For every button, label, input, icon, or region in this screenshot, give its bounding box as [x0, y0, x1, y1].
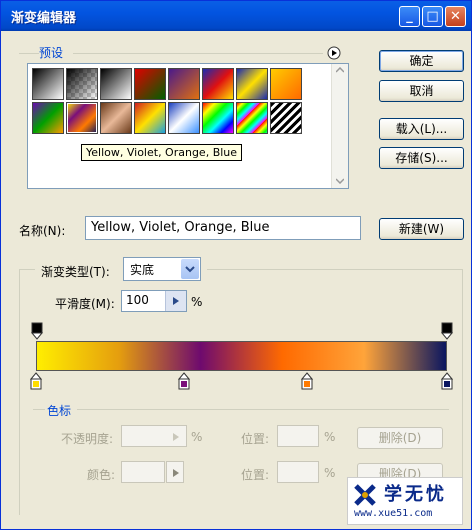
maximize-button[interactable]: □ [422, 6, 443, 27]
triangle-right-icon [173, 433, 179, 441]
smoothness-unit: % [191, 295, 203, 309]
chevron-down-icon [185, 266, 195, 273]
close-button[interactable]: ✕ [445, 6, 466, 27]
name-input[interactable]: Yellow, Violet, Orange, Blue [85, 216, 361, 240]
logo-icon [354, 484, 376, 506]
presets-group-label: 预设 [39, 46, 64, 60]
smoothness-label: 平滑度(M): [55, 297, 115, 311]
preset-swatch-black-white[interactable] [32, 68, 64, 100]
smoothness-input[interactable]: 100 [121, 290, 187, 312]
cancel-button[interactable]: 取消 [379, 80, 464, 102]
stop-color-menu-button[interactable] [166, 461, 184, 483]
stop-color-swatch[interactable] [121, 461, 165, 483]
preset-swatch-spectrum[interactable] [202, 102, 234, 134]
load-button[interactable]: 载入(L)... [379, 118, 464, 140]
stop-color-location-input[interactable] [277, 461, 319, 483]
preset-swatch-chrome[interactable] [134, 102, 166, 134]
smoothness-value: 100 [126, 293, 149, 307]
color-stop-1[interactable] [30, 372, 42, 391]
gradient-preview-bar[interactable] [36, 341, 447, 371]
gradient-group-line-left [19, 269, 35, 270]
delete-opacity-stop-button[interactable]: 删除(D) [357, 427, 443, 449]
gradient-type-label: 渐变类型(T): [41, 265, 110, 279]
preset-swatch-foreground-transparent[interactable] [66, 68, 98, 100]
gradient-type-dropdown[interactable] [181, 259, 199, 279]
presets-group-line-left [19, 53, 39, 54]
preset-swatch-copper[interactable] [100, 102, 132, 134]
preset-swatch-foreground-background[interactable] [100, 68, 132, 100]
preset-swatch-blue-yellow-blue[interactable] [236, 68, 268, 100]
preset-swatch-orange-yellow[interactable] [270, 68, 302, 100]
save-button[interactable]: 存储(S)... [379, 147, 464, 169]
triangle-right-icon [173, 469, 179, 477]
stops-group-line-left [33, 409, 45, 410]
stop-color-location-label: 位置: [241, 468, 270, 482]
watermark-url: www.xue51.com [354, 508, 433, 519]
stop-opacity-location-label: 位置: [241, 432, 270, 446]
gradient-type-select[interactable]: 实底 [123, 257, 201, 281]
gradient-group-line-right [207, 269, 463, 270]
color-stops-track[interactable] [30, 372, 453, 392]
stop-color-location-unit: % [324, 466, 336, 480]
preset-swatch-violet-green-orange[interactable] [32, 102, 64, 134]
gradient-type-value: 实底 [130, 263, 155, 277]
color-stop-3[interactable] [301, 372, 314, 391]
stop-opacity-location-unit: % [324, 430, 336, 444]
stops-group-line-right [77, 409, 449, 410]
presets-scrollbar[interactable] [331, 64, 348, 188]
scroll-down-icon[interactable] [336, 178, 344, 184]
stop-color-label: 颜色: [87, 468, 116, 482]
stops-group-label: 色标 [47, 404, 72, 418]
scroll-up-icon[interactable] [336, 67, 344, 73]
color-stop-4[interactable] [441, 372, 453, 391]
preset-tooltip: Yellow, Violet, Orange, Blue [81, 144, 243, 161]
title-bar[interactable]: 渐变编辑器 _ □ ✕ [1, 1, 471, 31]
gradient-group-border-left [19, 269, 20, 515]
stop-opacity-label: 不透明度: [61, 432, 114, 446]
name-label: 名称(N): [19, 224, 66, 238]
opacity-stop-right[interactable] [441, 322, 453, 340]
preset-swatch-spectrum-light[interactable] [168, 102, 200, 134]
new-button[interactable]: 新建(W) [379, 218, 464, 240]
preset-swatch-yellow-violet-orange-blue[interactable] [66, 102, 98, 134]
watermark-text: 学无忧 [384, 484, 447, 505]
opacity-stop-left[interactable] [31, 322, 43, 340]
presets-group-line-right [73, 53, 323, 54]
preset-swatch-blue-red-yellow[interactable] [202, 68, 234, 100]
presets-swatch-panel [27, 63, 349, 189]
minimize-button[interactable]: _ [399, 6, 420, 27]
ok-button[interactable]: 确定 [379, 50, 464, 72]
stop-opacity-input[interactable] [121, 425, 187, 447]
preset-swatch-red-green[interactable] [134, 68, 166, 100]
window-title: 渐变编辑器 [11, 11, 77, 26]
stop-opacity-unit: % [191, 430, 203, 444]
preset-swatch-transparent-stripes[interactable] [270, 102, 302, 134]
preset-swatch-transparent-rainbow[interactable] [236, 102, 268, 134]
watermark-logo: 学无忧 www.xue51.com [347, 477, 463, 525]
smoothness-slider-button[interactable] [165, 291, 186, 311]
stop-opacity-location-input[interactable] [277, 425, 319, 447]
color-stop-2[interactable] [177, 372, 190, 391]
gradient-editor-window: 渐变编辑器 _ □ ✕ 预设 Yellow, Violet, Orange, B… [0, 0, 472, 530]
preset-swatch-violet-orange[interactable] [168, 68, 200, 100]
triangle-right-icon [173, 297, 179, 305]
circle-arrow-right-icon[interactable] [327, 46, 341, 60]
